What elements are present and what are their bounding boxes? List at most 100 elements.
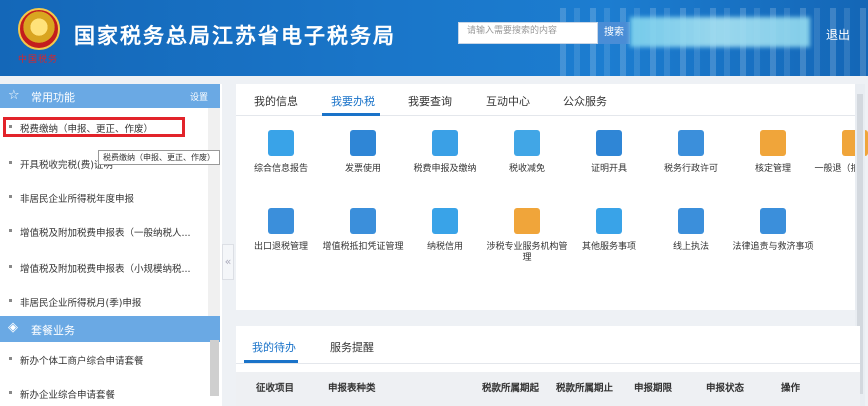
- todo-table-header: 征收项目 申报表种类 税款所属期起 税款所属期止 申报期限 申报状态 操作: [236, 372, 860, 406]
- service-label: 证明开具: [590, 164, 627, 174]
- service-label: 发票使用: [344, 164, 381, 174]
- package-header: ◈ 套餐业务: [0, 316, 220, 342]
- bullet-icon: [9, 357, 12, 360]
- service-other-service[interactable]: 其他服务事项: [568, 208, 648, 278]
- vat-voucher-icon: [350, 208, 376, 234]
- agency-icon: [514, 208, 540, 234]
- service-label: 综合信息报告: [253, 164, 308, 174]
- other-service-icon: [596, 208, 622, 234]
- layers-icon: ◈: [8, 320, 18, 335]
- service-legal[interactable]: 法律追责与救济事项: [732, 208, 814, 278]
- search-button[interactable]: 搜索: [598, 22, 630, 44]
- service-label: 核定管理: [754, 164, 791, 174]
- tab-my-info[interactable]: 我的信息: [254, 93, 298, 109]
- service-certificate[interactable]: 证明开具: [568, 130, 648, 200]
- column-header: 申报状态: [706, 383, 745, 394]
- sidebar-item-label: 非居民企业所得税年度申报: [20, 194, 135, 205]
- bullet-icon: [9, 161, 12, 164]
- export-refund-icon: [268, 208, 294, 234]
- service-label: 涉税专业服务机构管理: [486, 242, 568, 263]
- bullet-icon: [9, 299, 12, 302]
- highlight-box: [3, 117, 185, 137]
- sidebar-item-label: 非居民企业所得税月(季)申报: [20, 298, 142, 309]
- tab-query[interactable]: 我要查询: [408, 93, 452, 109]
- declare-icon: [432, 130, 458, 156]
- main-tabs: 我的信息 我要办税 我要查询 互动中心 公众服务: [236, 84, 860, 116]
- sidebar-scroll-thumb[interactable]: [210, 340, 219, 396]
- bullet-icon: [9, 265, 12, 268]
- bullet-icon: [9, 391, 12, 394]
- site-header: 中国税务 国家税务总局江苏省电子税务局 请输入需要搜索的内容 搜索 退出: [0, 0, 868, 76]
- column-header: 税款所属期起: [482, 383, 540, 394]
- service-export-refund[interactable]: 出口退税管理: [240, 208, 320, 278]
- report-icon: [268, 130, 294, 156]
- bullet-icon: [9, 195, 12, 198]
- tab-handle-tax[interactable]: 我要办税: [331, 93, 375, 109]
- column-header: 申报表种类: [328, 383, 376, 394]
- service-invoice[interactable]: 发票使用: [322, 130, 402, 200]
- sidebar-item-vat-small[interactable]: 增值税及附加税费申报表（小规模纳税...: [0, 256, 212, 280]
- logout-link[interactable]: 退出: [826, 26, 850, 43]
- sidebar-item-package-enterprise[interactable]: 新办企业综合申请套餐: [0, 382, 212, 406]
- todo-panel: 我的待办 服务提醒 征收项目 申报表种类 税款所属期起 税款所属期止 申报期限 …: [236, 326, 860, 406]
- site-title: 国家税务总局江苏省电子税务局: [74, 24, 396, 48]
- service-label: 税收减免: [508, 164, 545, 174]
- service-vat-voucher[interactable]: 增值税抵扣凭证管理: [322, 208, 404, 278]
- shield-icon: [760, 130, 786, 156]
- service-declare[interactable]: 税费申报及缴纳: [404, 130, 484, 200]
- service-license[interactable]: 税务行政许可: [650, 130, 730, 200]
- service-label: 出口退税管理: [253, 242, 308, 252]
- legal-icon: [760, 208, 786, 234]
- column-header: 征收项目: [256, 383, 295, 394]
- tooltip: 税费缴纳（申报、更正、作废）: [98, 150, 220, 165]
- collapse-sidebar-button[interactable]: «: [222, 244, 234, 280]
- tax-emblem-logo: [18, 8, 60, 50]
- search-input[interactable]: 请输入需要搜索的内容: [458, 22, 598, 44]
- user-info-redacted: [630, 17, 810, 47]
- service-agency[interactable]: 涉税专业服务机构管理: [486, 208, 568, 278]
- service-label: 税务行政许可: [663, 164, 718, 174]
- bullet-icon: [9, 229, 12, 232]
- service-reduction[interactable]: 税收减免: [486, 130, 566, 200]
- certificate-icon: [596, 130, 622, 156]
- column-header: 税款所属期止: [556, 383, 614, 394]
- sidebar-item-nonresident-annual[interactable]: 非居民企业所得税年度申报: [0, 186, 212, 210]
- settings-link[interactable]: 设置: [190, 90, 208, 103]
- package-title: 套餐业务: [31, 324, 75, 337]
- invoice-icon: [350, 130, 376, 156]
- tab-interaction[interactable]: 互动中心: [486, 93, 530, 109]
- service-label: 其他服务事项: [581, 242, 636, 252]
- star-icon: ☆: [8, 88, 20, 103]
- service-label: 线上执法: [672, 242, 709, 252]
- common-functions-header: ☆ 常用功能 设置: [0, 84, 220, 108]
- service-label: 税费申报及缴纳: [413, 164, 477, 174]
- service-label: 增值税抵扣凭证管理: [322, 242, 404, 252]
- service-shield[interactable]: 核定管理: [732, 130, 812, 200]
- tab-public-service[interactable]: 公众服务: [563, 93, 607, 109]
- sidebar: ☆ 常用功能 设置 税费缴纳（申报、更正、作废） 开具税收完税(费)证明 非居民…: [0, 84, 222, 406]
- tab-service-reminder[interactable]: 服务提醒: [330, 339, 374, 355]
- active-tab-indicator: [322, 113, 380, 116]
- tab-my-todo[interactable]: 我的待办: [252, 339, 296, 355]
- main-panel: 我的信息 我要办税 我要查询 互动中心 公众服务 综合信息报告 发票使用 税费申报及…: [236, 84, 868, 310]
- emblem-caption: 中国税务: [18, 55, 59, 65]
- common-functions-title: 常用功能: [31, 91, 75, 104]
- sidebar-item-nonresident-monthly[interactable]: 非居民企业所得税月(季)申报: [0, 290, 212, 314]
- sidebar-item-label: 新办企业综合申请套餐: [20, 390, 116, 401]
- sidebar-item-label: 新办个体工商户综合申请套餐: [20, 356, 144, 367]
- service-credit[interactable]: 纳税信用: [404, 208, 484, 278]
- credit-icon: [432, 208, 458, 234]
- sidebar-item-package-individual[interactable]: 新办个体工商户综合申请套餐: [0, 348, 212, 372]
- license-icon: [678, 130, 704, 156]
- service-online-law[interactable]: 线上执法: [650, 208, 730, 278]
- column-header: 申报期限: [634, 383, 673, 394]
- sidebar-item-label: 增值税及附加税费申报表（一般纳税人...: [20, 228, 191, 239]
- sidebar-item-vat-general[interactable]: 增值税及附加税费申报表（一般纳税人...: [0, 220, 212, 244]
- online-law-icon: [678, 208, 704, 234]
- service-label: 纳税信用: [426, 242, 463, 252]
- service-label: 法律追责与救济事项: [732, 242, 814, 252]
- sidebar-item-label: 增值税及附加税费申报表（小规模纳税...: [20, 264, 191, 275]
- divider: [236, 363, 860, 364]
- column-header: 操作: [781, 383, 801, 394]
- service-report[interactable]: 综合信息报告: [240, 130, 320, 200]
